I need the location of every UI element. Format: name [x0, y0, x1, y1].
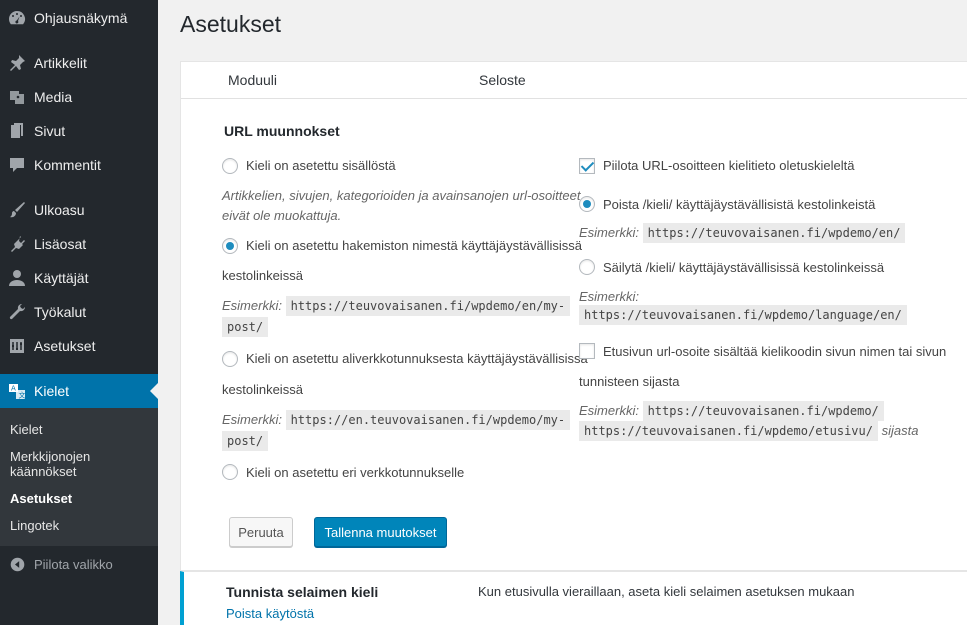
wrench-icon	[0, 295, 34, 329]
checkbox-hide-default-lang[interactable]	[579, 158, 595, 174]
module-row-browser-lang: Tunnista selaimen kieli Poista käytöstä …	[180, 571, 967, 625]
example-code: https://teuvovaisanen.fi/wpdemo/en/	[642, 223, 906, 243]
column-description: Seloste	[479, 72, 526, 88]
dashboard-icon	[0, 1, 34, 35]
radio-remove-lang-slug[interactable]	[579, 196, 595, 212]
radio-keep-lang-slug[interactable]	[579, 259, 595, 275]
option-label-cont: kestolinkeissä	[222, 382, 303, 397]
example-line: https://teuvovaisanen.fi/wpdemo/language…	[579, 304, 907, 326]
option-label: Kieli on asetettu hakemiston nimestä käy…	[246, 238, 582, 253]
example-code: https://teuvovaisanen.fi/wpdemo/en/my-	[285, 296, 571, 316]
collapse-menu-button[interactable]: Piilota valikko	[0, 547, 158, 581]
menu-label: Kielet	[34, 383, 70, 399]
deactivate-link[interactable]: Poista käytöstä	[226, 606, 314, 621]
option-label: Säilytä /kieli/ käyttäjäystävällisissä k…	[603, 260, 885, 275]
menu-label: Ohjausnäkymä	[34, 10, 128, 26]
option-label: Kieli on asetettu sisällöstä	[246, 158, 396, 173]
menu-label: Työkalut	[34, 304, 87, 320]
menu-label: Asetukset	[34, 338, 96, 354]
option-label: Kieli on asetettu aliverkkotunnuksesta k…	[246, 351, 588, 366]
example-code: post/	[222, 317, 269, 337]
pages-icon	[0, 114, 34, 148]
cancel-button[interactable]: Peruuta	[229, 517, 293, 547]
settings-icon	[0, 329, 34, 363]
svg-text:A: A	[11, 385, 16, 393]
menu-item-appearance[interactable]: Ulkoasu	[0, 193, 158, 227]
example-line: post/	[222, 430, 269, 452]
comment-icon	[0, 148, 34, 182]
example-code: https://teuvovaisanen.fi/wpdemo/etusivu/	[579, 421, 878, 441]
menu-item-media[interactable]: Media	[0, 80, 158, 114]
menu-label: Media	[34, 89, 73, 105]
media-icon	[0, 80, 34, 114]
menu-label: Sivut	[34, 123, 66, 139]
brush-icon	[0, 193, 34, 227]
user-icon	[0, 261, 34, 295]
column-module: Moduuli	[228, 72, 278, 88]
module-title: Tunnista selaimen kieli	[226, 584, 379, 600]
settings-panel: Moduuli Seloste URL muunnokset Kieli on …	[180, 61, 967, 571]
page-title: Asetukset	[180, 11, 281, 37]
example-line: Esimerkki: https://teuvovaisanen.fi/wpde…	[222, 295, 571, 317]
pin-icon	[0, 46, 34, 80]
example-code: post/	[222, 431, 269, 451]
radio-lang-different-domain[interactable]	[222, 464, 238, 480]
collapse-icon	[0, 556, 34, 573]
example-line: Esimerkki: https://teuvovaisanen.fi/wpde…	[579, 222, 906, 244]
admin-sidebar: Ohjausnäkymä Artikkelit Media Sivut Komm…	[0, 0, 158, 625]
menu-label: Artikkelit	[34, 55, 87, 71]
option-label: Piilota URL-osoitteen kielitieto oletusk…	[603, 158, 855, 173]
option-label-cont: kestolinkeissä	[222, 268, 303, 283]
menu-item-comments[interactable]: Kommentit	[0, 148, 158, 182]
menu-label: Käyttäjät	[34, 270, 89, 286]
languages-submenu: Kielet Merkkijonojen käännökset Asetukse…	[0, 408, 158, 546]
translate-icon: A文	[0, 374, 34, 408]
menu-item-pages[interactable]: Sivut	[0, 114, 158, 148]
example-code: https://en.teuvovaisanen.fi/wpdemo/my-	[285, 410, 571, 430]
example-line: post/	[222, 316, 269, 338]
menu-label: Kommentit	[34, 157, 101, 173]
example-line: https://teuvovaisanen.fi/wpdemo/etusivu/…	[579, 420, 918, 442]
submenu-item-lingotek[interactable]: Lingotek	[10, 518, 150, 533]
option-label: Poista /kieli/ käyttäjäystävällisistä ke…	[603, 197, 876, 212]
submenu-item-settings[interactable]: Asetukset	[10, 491, 150, 506]
example-code: https://teuvovaisanen.fi/wpdemo/	[642, 401, 884, 421]
menu-item-languages[interactable]: A文 Kielet	[0, 374, 158, 408]
option-label: Kieli on asetettu eri verkkotunnukselle	[246, 465, 465, 480]
menu-item-tools[interactable]: Työkalut	[0, 295, 158, 329]
module-description: Kun etusivulla vieraillaan, aseta kieli …	[478, 584, 855, 599]
menu-item-dashboard[interactable]: Ohjausnäkymä	[0, 1, 158, 35]
option-label: Etusivun url-osoite sisältää kielikoodin…	[603, 344, 947, 359]
example-line: Esimerkki: https://teuvovaisanen.fi/wpde…	[579, 400, 884, 422]
radio-lang-from-content[interactable]	[222, 158, 238, 174]
save-button[interactable]: Tallenna muutokset	[314, 517, 447, 547]
plugin-icon	[0, 227, 34, 261]
menu-item-users[interactable]: Käyttäjät	[0, 261, 158, 295]
menu-label: Ulkoasu	[34, 202, 85, 218]
option-label-cont: tunnisteen sijasta	[579, 374, 680, 389]
menu-item-plugins[interactable]: Lisäosat	[0, 227, 158, 261]
section-title: URL muunnokset	[224, 123, 340, 139]
menu-item-settings[interactable]: Asetukset	[0, 329, 158, 363]
checkbox-front-page-lang-code[interactable]	[579, 343, 595, 359]
radio-lang-from-directory[interactable]	[222, 238, 238, 254]
menu-item-posts[interactable]: Artikkelit	[0, 46, 158, 80]
menu-label: Lisäosat	[34, 236, 87, 252]
option-description: Artikkelien, sivujen, kategorioiden ja a…	[222, 188, 581, 223]
panel-header: Moduuli Seloste	[181, 62, 967, 99]
submenu-item-strings[interactable]: Merkkijonojen käännökset	[10, 449, 150, 479]
svg-text:文: 文	[19, 391, 26, 400]
submenu-item-languages[interactable]: Kielet	[10, 422, 150, 437]
collapse-label: Piilota valikko	[34, 556, 113, 572]
example-code: https://teuvovaisanen.fi/wpdemo/language…	[579, 305, 907, 325]
radio-lang-from-subdomain[interactable]	[222, 351, 238, 367]
example-line: Esimerkki: https://en.teuvovaisanen.fi/w…	[222, 409, 571, 431]
